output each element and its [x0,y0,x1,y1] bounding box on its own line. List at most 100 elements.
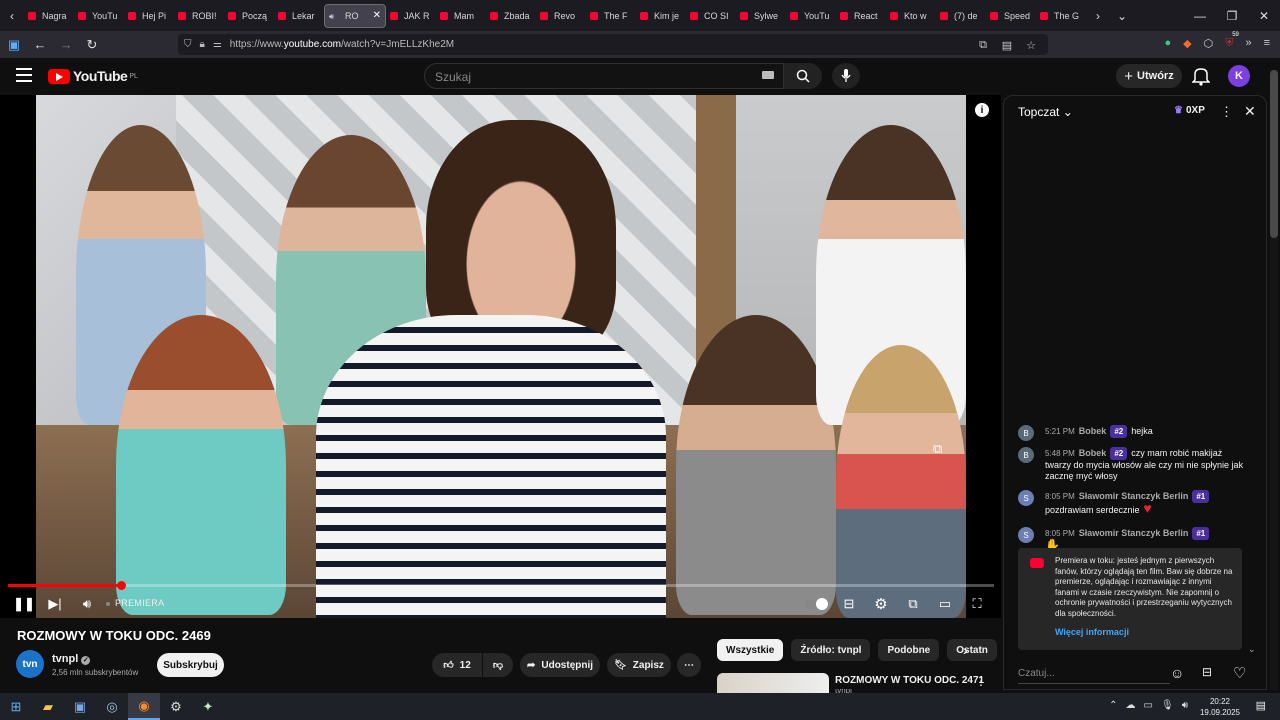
browser-tab[interactable]: JAK R [386,4,436,28]
tab-close-icon[interactable]: ✕ [373,10,381,21]
miniplayer-overlay-icon[interactable]: ⧉ [933,441,942,457]
network-icon[interactable]: ▭ [1144,700,1153,711]
share-button[interactable]: ➦ Udostępnij [520,653,600,677]
browser-tab[interactable]: Nagra [24,4,74,28]
fullscreen-icon[interactable]: ⛶ [967,594,987,614]
close-window-icon[interactable]: ✕ [1248,0,1280,31]
filter-chip[interactable]: Ostatn [947,639,997,661]
search-button[interactable] [784,63,822,89]
chat-author-avatar[interactable]: S [1018,490,1034,506]
scrollbar-thumb[interactable] [1270,70,1278,238]
bookmark-star-icon[interactable]: ☆ [1024,39,1038,53]
browser-tab[interactable]: YouTu [74,4,124,28]
like-button[interactable]: 👍︎ 12 [432,653,482,677]
subtitles-icon[interactable]: ⊟ [839,594,859,614]
chat-author-avatar[interactable]: B [1018,425,1034,441]
browser-tab[interactable]: Kim je [636,4,686,28]
chat-more-icon[interactable]: ⋮ [1220,104,1233,120]
recommendation-thumbnail[interactable] [717,673,829,693]
tab-scroll-right-icon[interactable]: › [1086,9,1110,23]
account-avatar[interactable]: K [1228,65,1250,87]
chat-close-icon[interactable]: ✕ [1244,103,1256,120]
minimize-icon[interactable]: — [1184,0,1216,31]
notifications-center-icon[interactable]: ▤ [1256,699,1266,712]
reader-view-icon[interactable]: ▤ [1000,39,1014,53]
miniplayer-icon[interactable]: ⧉ [903,594,923,614]
heart-icon[interactable]: ♡ [1233,664,1246,682]
chat-mode-dropdown[interactable]: Topczat ⌄ [1018,105,1073,119]
browser-tab[interactable]: Mam [436,4,486,28]
chat-author[interactable]: Bobek [1079,448,1107,458]
steam-icon[interactable]: ◎ [96,693,128,720]
notifications-bell-icon[interactable] [1192,66,1210,86]
browser-tab[interactable]: Kto w [886,4,936,28]
chat-scroll-down-icon[interactable]: ⌄ [1248,644,1256,655]
chat-author-avatar[interactable]: S [1018,527,1034,543]
theater-mode-icon[interactable]: ▭ [935,594,955,614]
file-explorer-icon[interactable]: ▰ [32,693,64,720]
extensions-puzzle-icon[interactable]: ⬡ [1204,37,1214,50]
settings-gear-icon[interactable]: ⚙ [871,594,891,614]
microphone-tray-icon[interactable]: 🎙︎ [1161,700,1174,711]
keyboard-icon[interactable] [762,71,774,79]
firefox-icon[interactable]: ◉ [128,693,160,720]
chat-author[interactable]: Sławomir Stanczyk Berlin [1079,491,1189,501]
recommendation-menu-icon[interactable]: ⋮ [975,674,987,688]
permissions-icon[interactable]: ⚌ [213,39,222,50]
browser-tab[interactable]: Speed [986,4,1036,28]
voice-search-button[interactable] [832,63,860,89]
volume-icon[interactable]: 🔊︎ [77,594,97,614]
more-actions-button[interactable]: ⋯ [677,653,701,677]
url-bar[interactable]: ⛉ 🔒︎ ⚌ https://www. youtube.com/watch?v=J… [178,34,1048,55]
create-button[interactable]: + Utwórz [1116,64,1182,88]
picture-in-picture-icon[interactable]: ⧉ [976,39,990,53]
autoplay-toggle[interactable] [804,594,828,614]
app-icon[interactable]: ✦ [192,693,224,720]
video-player[interactable]: i ⧉ ❚❚ ▶| 🔊︎ PREMIERA ⊟ ⚙ ⧉ ▭ ⛶ [0,95,1001,618]
channel-avatar[interactable]: tvn [16,650,44,678]
search-input[interactable]: Szukaj [424,63,784,89]
overflow-chevron-icon[interactable]: » [1245,37,1251,50]
guide-menu-icon[interactable] [16,68,32,82]
browser-tab[interactable]: Revo [536,4,586,28]
more-info-link[interactable]: Więcej informacji [1055,627,1129,638]
vpn-extension-icon[interactable]: ● [1164,37,1171,50]
onedrive-icon[interactable]: ☁ [1126,700,1136,711]
tray-chevron-icon[interactable]: ⌃ [1109,700,1117,711]
chat-author[interactable]: Bobek [1079,426,1107,436]
browser-tab[interactable]: ROBI! [174,4,224,28]
forward-icon[interactable]: → [54,37,78,52]
emoji-icon[interactable]: ☺ [1170,665,1184,681]
chat-author[interactable]: Sławomir Stanczyk Berlin [1079,528,1189,538]
chat-author-avatar[interactable]: B [1018,447,1034,463]
next-icon[interactable]: ▶| [45,594,65,614]
page-scrollbar[interactable] [1270,70,1278,690]
filter-chip[interactable]: Podobne [878,639,940,661]
sidebar-toggle-icon[interactable]: ▣ [2,37,26,53]
network-app-icon[interactable]: ▣ [64,693,96,720]
tab-list-chevron-icon[interactable]: ⌄ [1110,9,1134,23]
browser-tab[interactable]: Lekar [274,4,324,28]
chips-next-icon[interactable]: › [963,642,968,658]
super-chat-icon[interactable]: ⊟ [1202,665,1212,679]
browser-tab[interactable]: The F [586,4,636,28]
tab-scroll-left-icon[interactable]: ‹ [0,9,24,23]
subscribe-button[interactable]: Subskrybuj [157,653,224,677]
browser-tab[interactable]: Sylwe [736,4,786,28]
browser-tab[interactable]: 🔊︎ RO ✕ [324,3,386,28]
recommendation-title[interactable]: ROZMOWY W TOKU ODC. 2471 [835,675,984,686]
settings-icon[interactable]: ⚙ [160,693,192,720]
video-frame[interactable] [36,95,966,618]
youtube-logo[interactable]: YouTube PL [48,68,138,84]
browser-tab[interactable]: YouTu [786,4,836,28]
back-icon[interactable]: ← [28,37,52,52]
browser-tab[interactable]: Zbada [486,4,536,28]
restore-icon[interactable]: ❐ [1216,0,1248,31]
browser-tab[interactable]: CO SI [686,4,736,28]
dislike-button[interactable]: 👎︎ [483,653,513,677]
progress-bar[interactable] [8,581,994,590]
speaker-icon[interactable]: 🔊︎ [1182,700,1188,711]
save-button[interactable]: 🔖︎ Zapisz [607,653,671,677]
ublock-extension-icon[interactable]: ⛨ 59 [1225,32,1239,50]
shield-icon[interactable]: ⛉ [184,39,192,50]
